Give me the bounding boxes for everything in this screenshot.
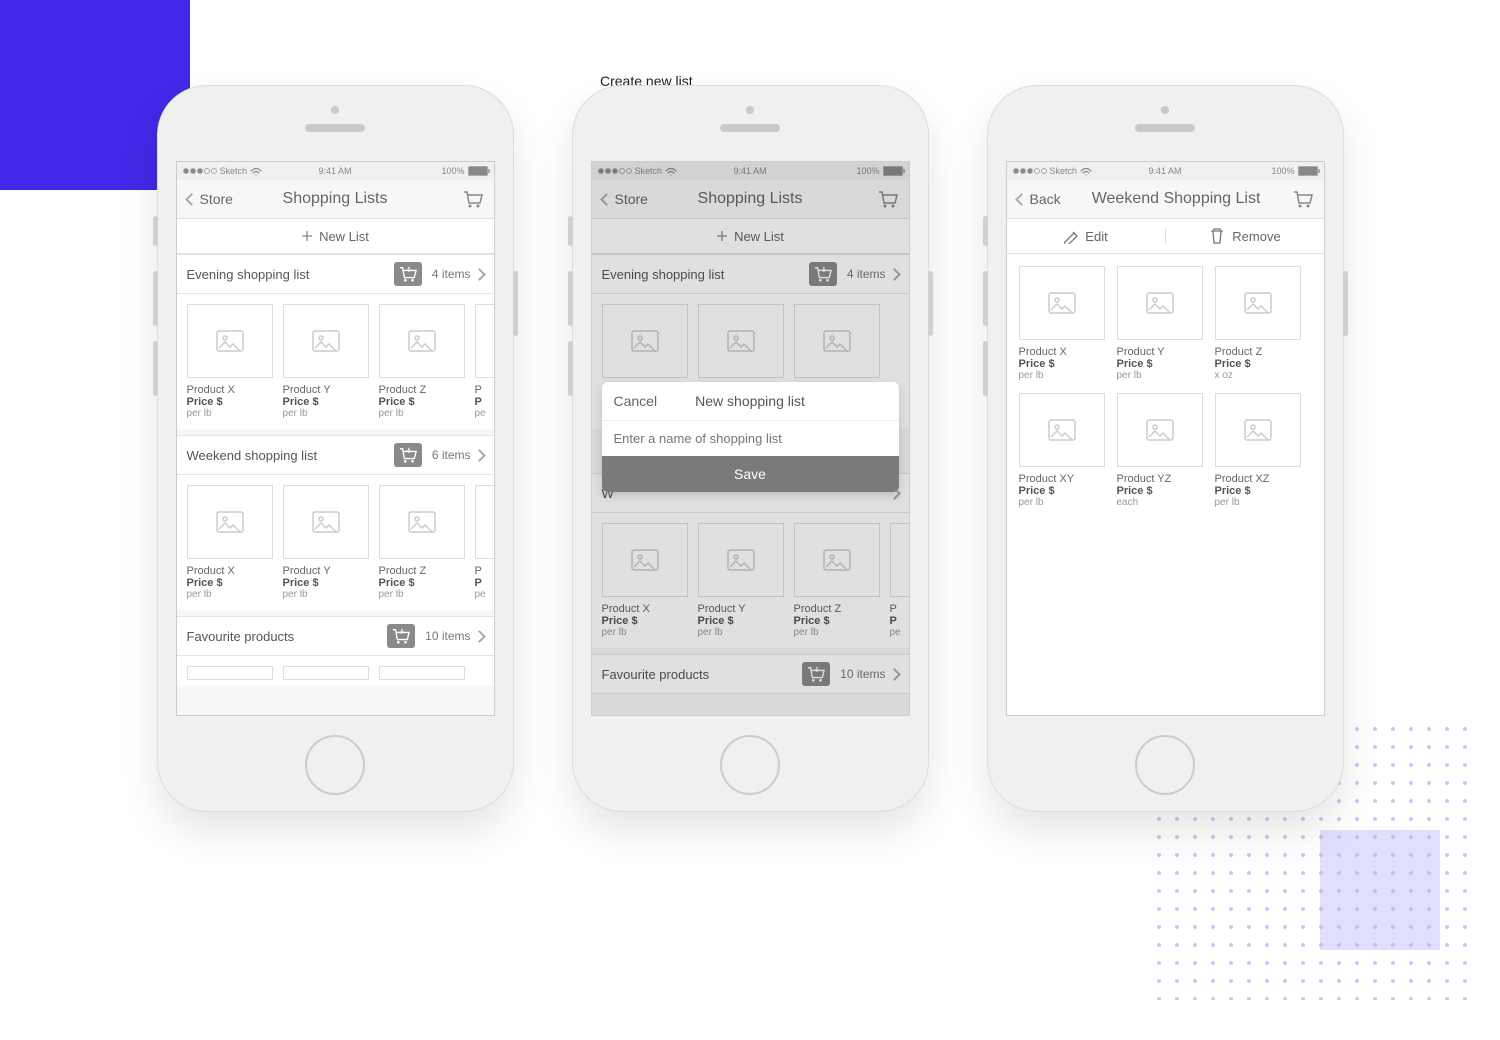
product-row[interactable]: Product XPrice $per lb Product YPrice $p…: [177, 475, 494, 610]
list-section-header[interactable]: Evening shopping list 4 items: [177, 254, 494, 294]
chevron-left-icon: [185, 193, 198, 206]
product-card[interactable]: Product XYPrice $per lb: [1019, 393, 1105, 508]
status-time: 9:41 AM: [318, 166, 351, 176]
image-placeholder-icon: [1048, 292, 1076, 314]
list-name-input[interactable]: [602, 421, 899, 456]
new-list-modal: Cancel New shopping list Save: [602, 382, 899, 492]
status-bar: Sketch 9:41 AM 100%: [177, 162, 494, 180]
product-card[interactable]: Product YPrice $per lb: [283, 304, 369, 419]
add-all-to-cart-button[interactable]: [394, 443, 422, 467]
nav-bar: Store Shopping Lists: [177, 180, 494, 219]
image-placeholder-icon: [312, 330, 340, 352]
page-title: Shopping Lists: [283, 190, 388, 208]
status-time: 9:41 AM: [1148, 166, 1181, 176]
image-placeholder-icon: [1048, 419, 1076, 441]
product-card[interactable]: Product YPrice $per lb: [283, 485, 369, 600]
chevron-left-icon: [1015, 193, 1028, 206]
product-card[interactable]: Product XPrice $per lb: [1019, 266, 1105, 381]
phone-mockup-new-list-modal: Sketch 9:41 AM 100% Store Shopping Lists…: [572, 85, 929, 812]
new-list-button[interactable]: New List: [177, 219, 494, 254]
pencil-icon: [1063, 228, 1079, 244]
list-section-header[interactable]: Weekend shopping list 6 items: [177, 435, 494, 475]
add-all-to-cart-button[interactable]: [387, 624, 415, 648]
product-card[interactable]: Product ZPrice $per lb: [379, 485, 465, 600]
product-card[interactable]: Product YPrice $per lb: [1117, 266, 1203, 381]
product-card[interactable]: [283, 666, 369, 686]
product-card[interactable]: Product XPrice $per lb: [187, 485, 273, 600]
item-count: 4 items: [432, 267, 471, 281]
cancel-button[interactable]: Cancel: [614, 393, 658, 409]
product-card[interactable]: Product ZPrice $per lb: [379, 304, 465, 419]
product-card[interactable]: Product XZPrice $per lb: [1215, 393, 1301, 508]
add-all-to-cart-button[interactable]: [394, 262, 422, 286]
list-section-header[interactable]: Favourite products 10 items: [177, 616, 494, 656]
image-placeholder-icon: [216, 330, 244, 352]
product-card[interactable]: [187, 666, 273, 686]
item-count: 6 items: [432, 448, 471, 462]
lists-scroll[interactable]: Evening shopping list 4 items Product XP…: [177, 254, 494, 716]
battery-icon: [468, 166, 488, 176]
modal-title: New shopping list: [695, 393, 805, 409]
product-card[interactable]: Product XPrice $per lb: [187, 304, 273, 419]
action-bar: Edit Remove: [1007, 219, 1324, 254]
phone-mockup-list-detail: Sketch 9:41 AM 100% Back Weekend Shoppin…: [987, 85, 1344, 812]
trash-icon: [1208, 227, 1226, 245]
cart-icon[interactable]: [1292, 188, 1314, 210]
plus-icon: [301, 230, 313, 242]
wifi-icon: [250, 167, 262, 176]
chevron-right-icon: [473, 449, 486, 462]
back-button[interactable]: Back: [1017, 191, 1061, 207]
product-card[interactable]: Product ZPrice $x oz: [1215, 266, 1301, 381]
product-grid-scroll[interactable]: Product XPrice $per lb Product YPrice $p…: [1007, 254, 1324, 716]
image-placeholder-icon: [1146, 419, 1174, 441]
chevron-right-icon: [473, 268, 486, 281]
image-placeholder-icon: [1244, 292, 1272, 314]
chevron-right-icon: [473, 630, 486, 643]
image-placeholder-icon: [1244, 419, 1272, 441]
save-button[interactable]: Save: [602, 456, 899, 492]
wifi-icon: [1080, 167, 1092, 176]
edit-button[interactable]: Edit: [1007, 228, 1166, 244]
image-placeholder-icon: [1146, 292, 1174, 314]
product-card[interactable]: Product YZPrice $each: [1117, 393, 1203, 508]
image-placeholder-icon: [216, 511, 244, 533]
nav-bar: Back Weekend Shopping List: [1007, 180, 1324, 219]
phone-mockup-lists: Sketch 9:41 AM 100% Store Shopping Lists…: [157, 85, 514, 812]
product-card[interactable]: [379, 666, 465, 686]
page-title: Weekend Shopping List: [1061, 190, 1292, 208]
product-card[interactable]: PPpe: [475, 485, 494, 600]
product-row[interactable]: [177, 656, 494, 686]
product-row[interactable]: Product XPrice $per lb Product YPrice $p…: [177, 294, 494, 429]
status-bar: Sketch 9:41 AM 100%: [1007, 162, 1324, 180]
product-card[interactable]: PPpe: [475, 304, 494, 419]
signal-icon: [1013, 168, 1047, 174]
remove-button[interactable]: Remove: [1166, 227, 1324, 245]
back-button[interactable]: Store: [187, 191, 233, 207]
image-placeholder-icon: [408, 330, 436, 352]
item-count: 10 items: [425, 629, 470, 643]
cart-icon[interactable]: [462, 188, 484, 210]
image-placeholder-icon: [312, 511, 340, 533]
battery-icon: [1298, 166, 1318, 176]
signal-icon: [183, 168, 217, 174]
image-placeholder-icon: [408, 511, 436, 533]
